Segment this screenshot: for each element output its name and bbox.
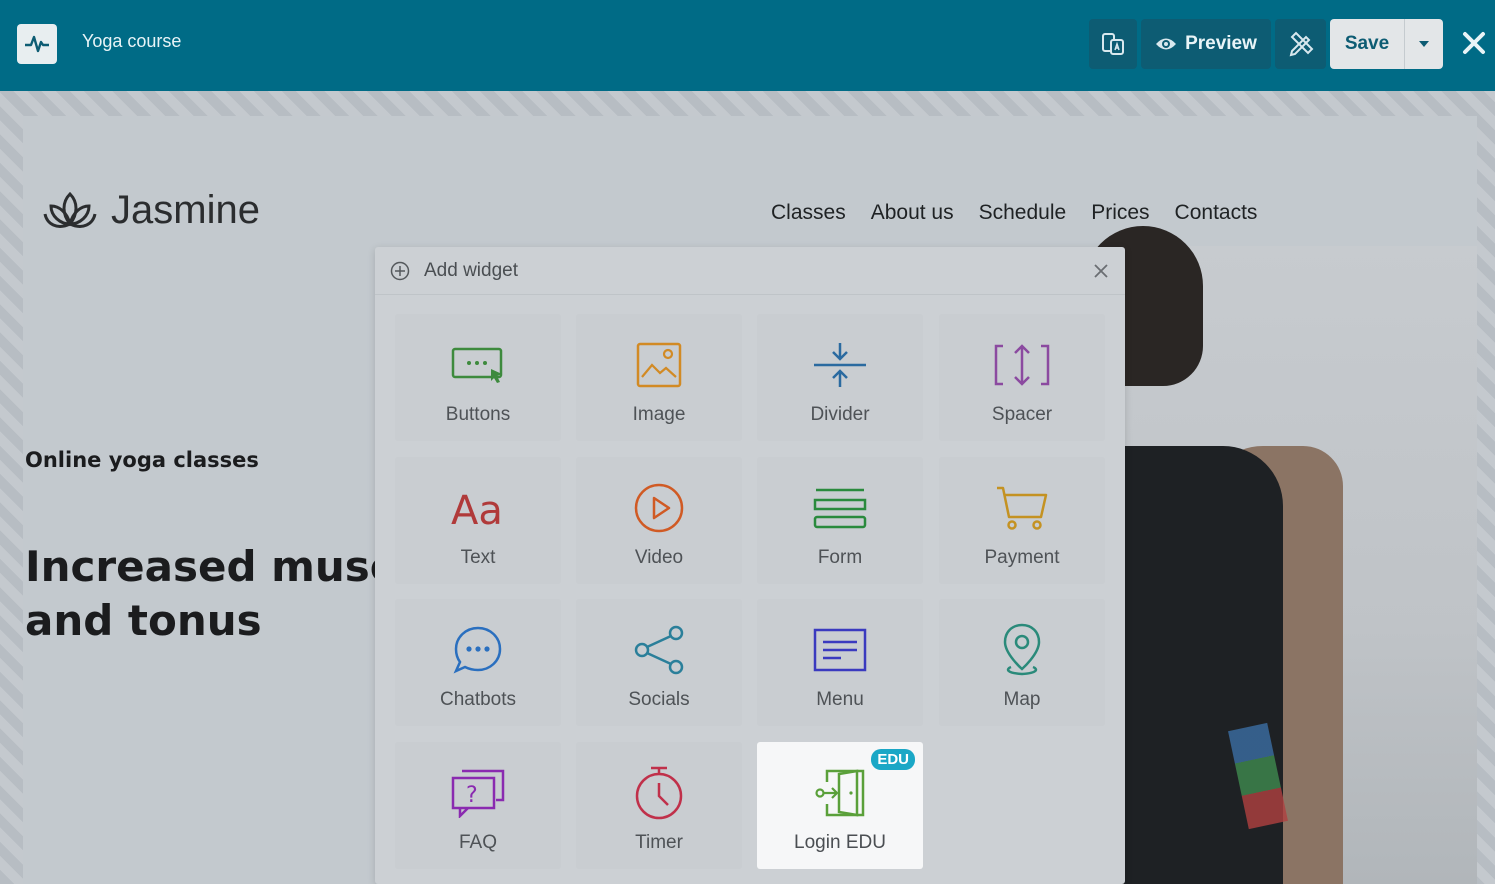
chatbot-icon bbox=[453, 626, 502, 674]
widget-label: Chatbots bbox=[439, 689, 517, 710]
svg-text:Aa: Aa bbox=[451, 488, 503, 530]
widget-label: Menu bbox=[816, 689, 864, 710]
widget-label: Payment bbox=[984, 547, 1060, 568]
menu-icon bbox=[813, 628, 867, 672]
widget-login-edu[interactable]: EDU Login EDU bbox=[757, 742, 923, 869]
nav-item-prices[interactable]: Prices bbox=[1091, 201, 1149, 225]
widget-label: FAQ bbox=[458, 832, 497, 853]
nav-item-about-us[interactable]: About us bbox=[871, 201, 954, 225]
page-title: Yoga course bbox=[82, 31, 182, 51]
widget-video[interactable]: Video bbox=[576, 457, 742, 584]
widget-label: Text bbox=[460, 547, 496, 568]
timer-icon bbox=[635, 766, 683, 820]
translate-button[interactable] bbox=[1089, 19, 1137, 69]
pencil-ruler-icon bbox=[1289, 31, 1313, 57]
widget-buttons[interactable]: Buttons bbox=[395, 314, 561, 441]
widget-socials[interactable]: Socials bbox=[576, 599, 742, 726]
pulse-icon[interactable] bbox=[17, 24, 57, 64]
image-icon bbox=[636, 342, 682, 388]
cart-icon bbox=[997, 486, 1048, 530]
widget-label: Spacer bbox=[991, 404, 1053, 425]
headline-line-1: Increased muscle bbox=[25, 542, 385, 591]
site-nav: Classes About us Schedule Prices Contact… bbox=[771, 201, 1257, 225]
add-widget-dialog: Add widget Buttons Image Divider Spacer … bbox=[375, 247, 1125, 884]
save-button[interactable]: Save bbox=[1330, 19, 1405, 69]
faq-icon: ? bbox=[451, 769, 505, 818]
headline-line-2: and tonus bbox=[25, 596, 262, 645]
add-circle-icon bbox=[390, 261, 410, 280]
widget-label: Socials bbox=[628, 689, 690, 710]
widget-text[interactable]: Aa Text bbox=[395, 457, 561, 584]
map-pin-icon bbox=[1003, 623, 1041, 676]
widget-label: Timer bbox=[635, 832, 683, 853]
login-icon bbox=[815, 769, 865, 817]
top-bar: Yoga course Preview Save bbox=[0, 0, 1495, 91]
widget-label: Login EDU bbox=[794, 832, 886, 853]
video-icon bbox=[634, 483, 684, 533]
widget-map[interactable]: Map bbox=[939, 599, 1105, 726]
widget-label: Divider bbox=[810, 404, 870, 425]
svg-text:?: ? bbox=[466, 783, 478, 808]
lotus-icon bbox=[43, 191, 97, 228]
widget-spacer[interactable]: Spacer bbox=[939, 314, 1105, 441]
dialog-title: Add widget bbox=[424, 259, 519, 281]
widget-payment[interactable]: Payment bbox=[939, 457, 1105, 584]
widget-label: Form bbox=[817, 547, 863, 568]
brand-name: Jasmine bbox=[111, 188, 260, 232]
spacer-icon bbox=[994, 344, 1050, 386]
design-tools-button[interactable] bbox=[1275, 19, 1326, 69]
nav-item-contacts[interactable]: Contacts bbox=[1175, 201, 1258, 225]
nav-item-schedule[interactable]: Schedule bbox=[979, 201, 1067, 225]
share-icon bbox=[634, 625, 684, 675]
close-icon[interactable] bbox=[1091, 261, 1111, 281]
widget-image[interactable]: Image bbox=[576, 314, 742, 441]
eye-icon bbox=[1156, 38, 1177, 50]
widget-divider[interactable]: Divider bbox=[757, 314, 923, 441]
save-group: Save bbox=[1330, 19, 1443, 69]
widget-label: Image bbox=[632, 404, 686, 425]
widget-label: Buttons bbox=[445, 404, 511, 425]
text-icon: Aa bbox=[451, 488, 503, 530]
divider-icon bbox=[814, 343, 866, 387]
preview-button[interactable]: Preview bbox=[1141, 19, 1271, 69]
widget-faq[interactable]: ? FAQ bbox=[395, 742, 561, 869]
widget-chatbots[interactable]: Chatbots bbox=[395, 599, 561, 726]
edu-badge: EDU bbox=[871, 749, 915, 770]
widget-menu[interactable]: Menu bbox=[757, 599, 923, 726]
close-icon bbox=[1463, 32, 1485, 54]
hero-subtitle: Online yoga classes bbox=[25, 448, 259, 472]
dialog-header: Add widget bbox=[375, 247, 1125, 295]
nav-item-classes[interactable]: Classes bbox=[771, 201, 846, 225]
buttons-icon bbox=[451, 347, 503, 383]
form-icon bbox=[813, 488, 867, 529]
translate-icon bbox=[1102, 33, 1124, 55]
caret-down-icon bbox=[1419, 41, 1429, 47]
save-options-dropdown[interactable] bbox=[1405, 19, 1443, 69]
site-brand[interactable]: Jasmine bbox=[43, 188, 260, 233]
preview-label: Preview bbox=[1185, 33, 1257, 54]
hero-headline: Increased muscle and tonus bbox=[25, 540, 385, 648]
widget-label: Video bbox=[634, 547, 684, 568]
widget-timer[interactable]: Timer bbox=[576, 742, 742, 869]
close-editor-button[interactable] bbox=[1458, 26, 1490, 60]
widget-label: Map bbox=[1003, 689, 1041, 710]
widget-form[interactable]: Form bbox=[757, 457, 923, 584]
